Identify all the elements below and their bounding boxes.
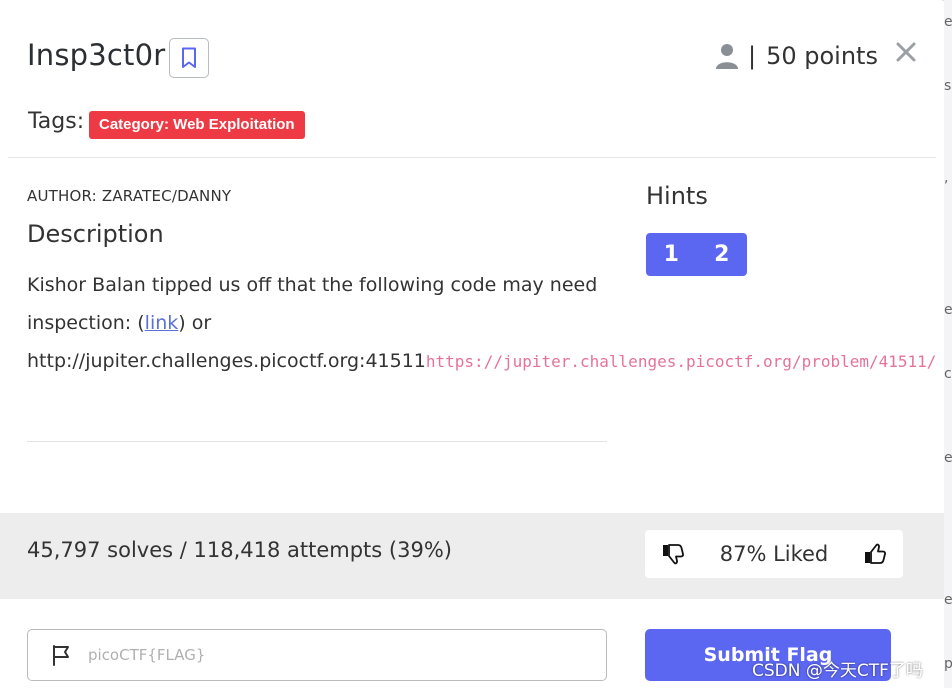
like-box: 87% Liked <box>645 530 903 578</box>
description-heading: Description <box>27 220 164 248</box>
points-value: 50 points <box>766 42 878 70</box>
tag-badge-category[interactable]: Category: Web Exploitation <box>89 111 305 139</box>
challenge-modal: Insp3ct0r | 50 points Tags: Category: We… <box>0 0 946 688</box>
background-page-edge: e s , e c e e p <box>944 0 952 688</box>
watermark-text: CSDN @今天CTF了吗 <box>752 661 923 681</box>
description-text-before-link: Kishor Balan tipped us off that the foll… <box>27 274 598 334</box>
bookmark-button[interactable] <box>169 38 209 78</box>
description-link[interactable]: link <box>145 312 179 334</box>
author-line: AUTHOR: ZARATEC/DANNY <box>27 187 232 205</box>
description-code-url: https://jupiter.challenges.picoctf.org/p… <box>425 352 937 371</box>
liked-percentage: 87% Liked <box>719 542 829 566</box>
challenge-title: Insp3ct0r <box>27 38 166 72</box>
description-body: Kishor Balan tipped us off that the foll… <box>27 266 936 381</box>
bookmark-icon <box>182 47 196 68</box>
points-separator: | <box>748 42 757 70</box>
flag-input-wrapper <box>27 629 607 681</box>
thumbs-up-icon[interactable] <box>863 542 887 566</box>
thumbs-down-icon[interactable] <box>661 542 685 566</box>
hints-button-group: 1 2 <box>646 233 747 276</box>
hints-heading: Hints <box>646 182 708 210</box>
points-display: | 50 points <box>716 42 878 70</box>
close-icon[interactable] <box>894 40 918 64</box>
tags-label: Tags: <box>28 109 85 134</box>
user-icon <box>716 44 738 69</box>
description-divider <box>27 441 607 442</box>
header-divider <box>8 157 936 158</box>
solves-count: 45,797 solves / 118,418 attempts (39%) <box>27 538 452 562</box>
hint-2-button[interactable]: 2 <box>697 233 748 276</box>
flag-icon <box>53 645 69 666</box>
hint-1-button[interactable]: 1 <box>646 233 697 276</box>
flag-input[interactable] <box>86 645 570 665</box>
